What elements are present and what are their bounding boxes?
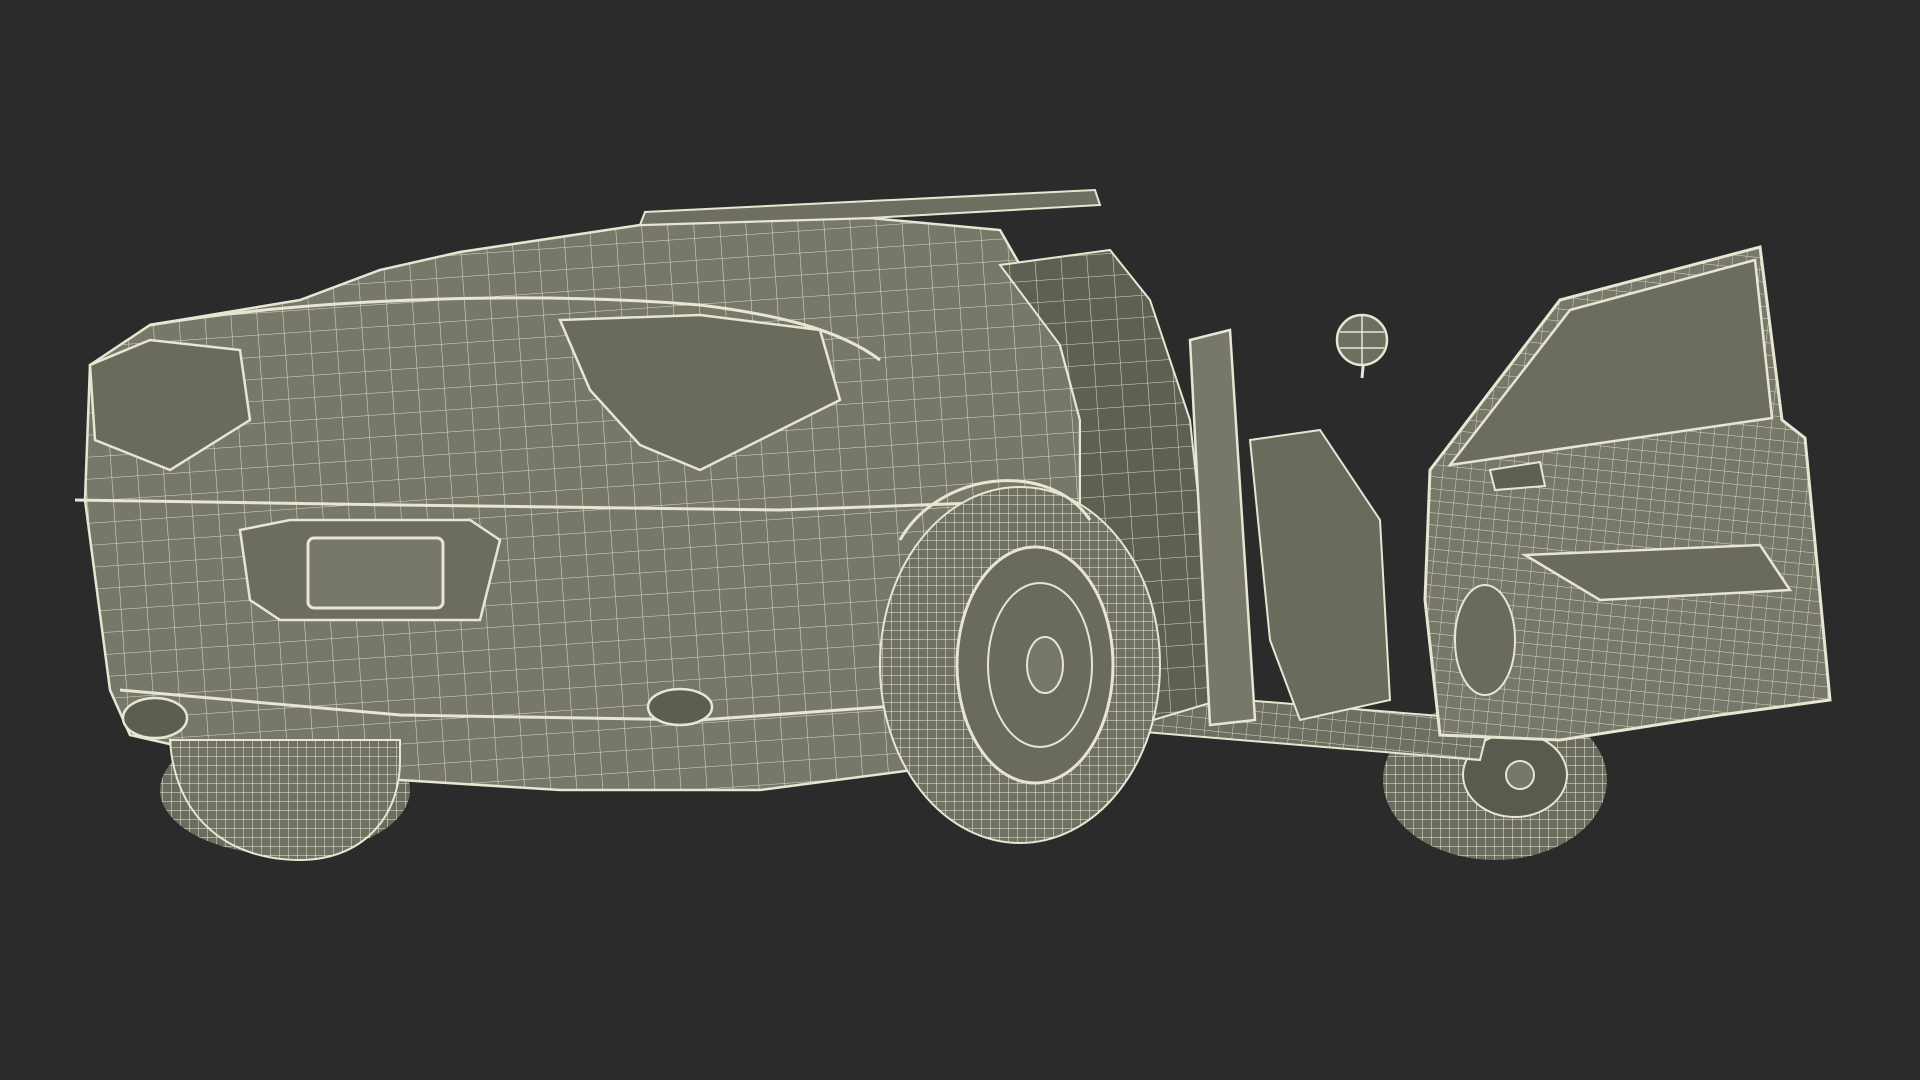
license-plate [306, 536, 445, 610]
rear-right-wheel-near [168, 739, 401, 862]
front-left-wheel-near [879, 486, 1161, 844]
exhaust-right [646, 687, 714, 727]
car-wireframe-render [74, 188, 1832, 862]
exhaust-left [121, 696, 189, 740]
side-mirror [1335, 313, 1389, 379]
wheel-hub [1026, 636, 1064, 694]
render-viewport [0, 0, 1920, 1080]
driver-seat [1248, 428, 1392, 722]
open-front-door [1423, 245, 1832, 742]
